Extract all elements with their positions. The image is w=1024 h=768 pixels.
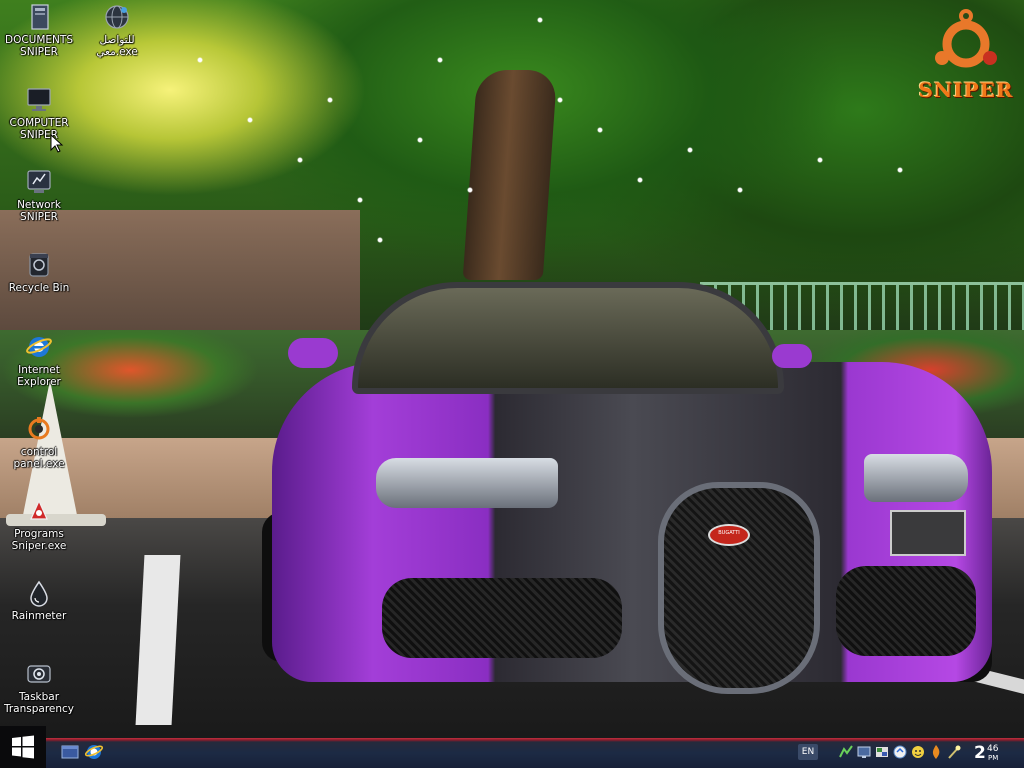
desktop-icon-network[interactable]: Network SNIPER — [0, 168, 78, 223]
clock-minute: 46 — [987, 744, 999, 754]
ubuntu-logo-icon — [935, 9, 997, 68]
taskbar-clock[interactable]: 2 46 PM — [974, 740, 998, 766]
car-air-intake — [836, 566, 976, 656]
desktop-icon-label: DOCUMENTS SNIPER — [5, 34, 73, 58]
car-headlight — [864, 454, 968, 502]
sniper-logo-text: SNIPER — [918, 78, 1014, 102]
windows-logo-icon — [12, 735, 34, 759]
monitor-icon[interactable] — [856, 743, 872, 761]
car-mirror — [772, 344, 812, 368]
folder-document-icon — [31, 4, 49, 30]
monitor-icon — [27, 88, 51, 111]
sniper-logo: SNIPER — [918, 8, 1014, 120]
desktop-icon-label: للتواصل معي.exe — [96, 34, 138, 58]
language-indicator[interactable]: EN — [798, 744, 818, 760]
globe-icon — [105, 5, 129, 29]
programs-icon — [30, 499, 48, 520]
flame-icon[interactable] — [928, 743, 944, 761]
wand-icon[interactable] — [946, 743, 962, 761]
desktop-icon-documents[interactable]: DOCUMENTS SNIPER — [0, 3, 78, 58]
start-button[interactable] — [0, 726, 46, 768]
desktop-icon-computer[interactable]: COMPUTER SNIPER — [0, 86, 78, 141]
desktop-wallpaper[interactable]: BUGATTI — [0, 0, 1024, 738]
desktop-icon-rainmeter[interactable]: Rainmeter — [0, 579, 78, 622]
car-air-intake — [382, 578, 622, 658]
car-badge-text: BUGATTI — [718, 530, 740, 536]
clock-ampm: PM — [988, 754, 999, 762]
desktop-icon-label: Recycle Bin — [8, 282, 70, 294]
control-panel-icon — [28, 417, 50, 440]
show-desktop-icon[interactable] — [60, 742, 80, 762]
desktop-icon-label: Programs Sniper.exe — [11, 528, 67, 552]
security-icon[interactable] — [874, 743, 890, 761]
desktop-icon-recycle-bin[interactable]: Recycle Bin — [0, 251, 78, 294]
recycle-bin-icon — [29, 253, 49, 277]
rainmeter-drop-icon — [30, 580, 48, 607]
network-icon — [27, 170, 51, 193]
car-mirror — [288, 338, 338, 368]
network-icon[interactable] — [838, 743, 854, 761]
desktop-icon-taskbar-transparency[interactable]: Taskbar Transparency — [0, 660, 78, 715]
desktop-icon-label: Taskbar Transparency — [3, 691, 75, 715]
car-license-plate — [890, 510, 966, 556]
desktop-icon-label: control panel.exe — [13, 446, 65, 470]
internet-explorer-icon[interactable] — [84, 742, 104, 762]
desktop-icon-label: Rainmeter — [11, 610, 67, 622]
wallpaper-car: BUGATTI — [262, 282, 997, 702]
desktop-icon-label: Network SNIPER — [17, 199, 61, 223]
system-tray — [838, 743, 962, 761]
desktop-icon-programs[interactable]: Programs Sniper.exe — [0, 497, 78, 552]
clock-hour: 2 — [974, 743, 986, 763]
windows-update-icon[interactable] — [892, 743, 908, 761]
taskbar: EN 2 46 PM — [0, 726, 1024, 768]
desktop-icon-label: Internet Explorer — [17, 364, 61, 388]
car-grille — [658, 482, 820, 694]
mouse-cursor-icon — [50, 134, 64, 153]
desktop-icon-internet-explorer[interactable]: Internet Explorer — [0, 333, 78, 388]
internet-explorer-icon — [26, 337, 52, 357]
desktop-icon-control-panel[interactable]: control panel.exe — [0, 415, 78, 470]
taskbar-transparency-icon — [27, 665, 51, 683]
car-windshield — [352, 282, 784, 394]
car-badge: BUGATTI — [708, 524, 750, 546]
emoticon-icon[interactable] — [910, 743, 926, 761]
desktop-icon-label: COMPUTER SNIPER — [9, 117, 69, 141]
car-headlight — [376, 458, 558, 508]
desktop-icon-social[interactable]: للتواصل معي.exe — [78, 3, 156, 58]
